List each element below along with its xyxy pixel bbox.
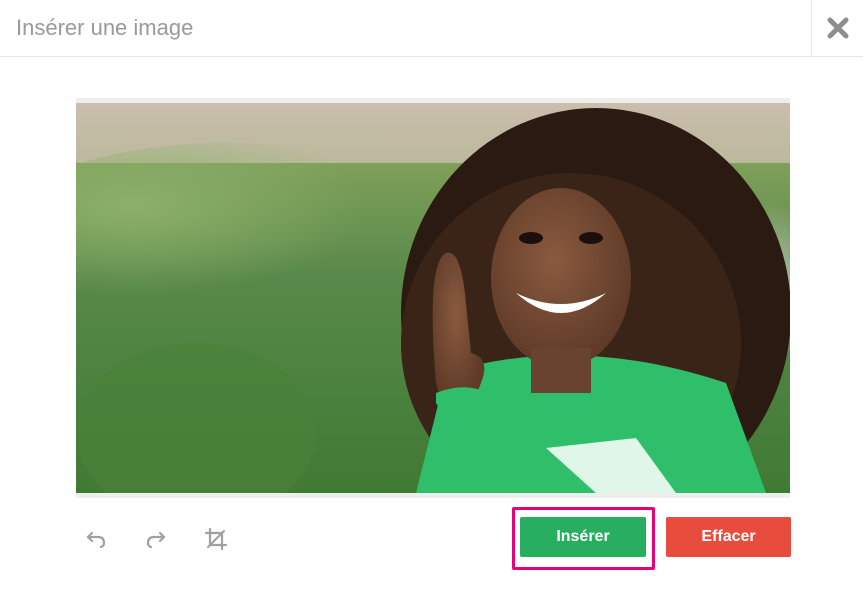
crop-icon (204, 527, 228, 551)
close-button[interactable] (811, 0, 863, 56)
undo-button[interactable] (80, 523, 112, 555)
undo-icon (86, 531, 106, 549)
redo-button[interactable] (140, 523, 172, 555)
dialog-header: Insérer une image (0, 0, 863, 57)
close-icon (827, 17, 848, 39)
dialog-title: Insérer une image (16, 15, 194, 40)
insert-image-dialog: Insérer une image Insérer Effacer (0, 0, 863, 592)
insert-button[interactable]: Insérer (520, 517, 646, 557)
image-preview-area (76, 98, 790, 498)
redo-icon (146, 531, 166, 549)
image-edit-toolbar (80, 523, 260, 555)
preview-image[interactable] (76, 103, 790, 493)
clear-button[interactable]: Effacer (666, 517, 791, 557)
crop-button[interactable] (200, 523, 232, 555)
